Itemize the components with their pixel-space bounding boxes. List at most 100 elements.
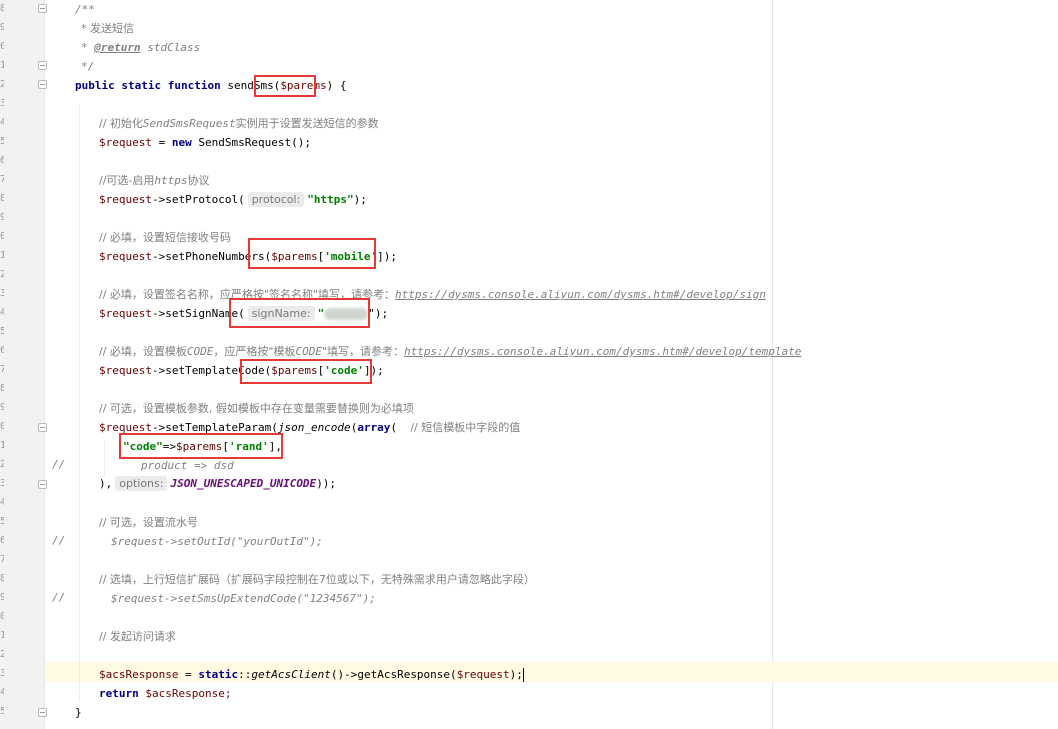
string-literal: "https" bbox=[307, 193, 354, 206]
comment: // 初始化 bbox=[99, 117, 143, 130]
comment: // 短信模板中字段的值 bbox=[410, 421, 521, 434]
commented-code: $request->setSmsUpExtendCode("1234567"); bbox=[111, 592, 376, 605]
line-number: 5 bbox=[0, 136, 4, 147]
line-number: 9 bbox=[0, 22, 4, 33]
code-line[interactable]: */ bbox=[81, 57, 94, 76]
annotation-box bbox=[119, 433, 283, 459]
variable: $request bbox=[99, 307, 152, 320]
doc-open: /** bbox=[75, 3, 95, 16]
operator: = bbox=[151, 136, 172, 149]
class-constructor: SendSmsRequest(); bbox=[191, 136, 311, 149]
line-number: 8 bbox=[0, 3, 4, 14]
doc-return-type: stdClass bbox=[140, 41, 201, 54]
operator: = bbox=[178, 668, 199, 681]
keyword-new: new bbox=[171, 136, 192, 149]
doc-close: */ bbox=[81, 60, 95, 73]
line-number: 4 bbox=[0, 307, 4, 318]
code-line[interactable]: ), options: JSON_UNESCAPED_UNICODE)); bbox=[99, 474, 336, 493]
comment-word: https bbox=[154, 174, 188, 187]
line-number: 8 bbox=[0, 573, 4, 584]
method-call: ->setProtocol( bbox=[151, 193, 245, 206]
fold-toggle-icon[interactable] bbox=[38, 480, 47, 489]
code-line[interactable]: // 选填，上行短信扩展码（扩展码字段控制在7位或以下，无特殊需求用户请忽略此字… bbox=[99, 570, 535, 589]
line-number: 3 bbox=[0, 668, 4, 679]
code-line[interactable]: //可选-启用https协议 bbox=[99, 171, 210, 190]
line-number: 9 bbox=[0, 402, 4, 413]
line-number: 7 bbox=[0, 364, 4, 375]
line-number: 0 bbox=[0, 611, 4, 622]
line-number: 8 bbox=[0, 383, 4, 394]
fold-toggle-icon[interactable] bbox=[38, 708, 47, 717]
code-line[interactable]: // 必填，设置模板CODE，应严格按"模板CODE"填写，请参考：https:… bbox=[99, 342, 801, 361]
fold-toggle-icon[interactable] bbox=[38, 4, 47, 13]
line-number: 4 bbox=[0, 687, 4, 698]
code-line[interactable]: return $acsResponse; bbox=[99, 684, 231, 703]
line-number: 3 bbox=[0, 288, 4, 299]
comment: ，应严格按"模板 bbox=[213, 345, 296, 358]
code-line[interactable]: $request->setSmsUpExtendCode("1234567"); bbox=[111, 589, 376, 608]
line-number: 0 bbox=[0, 41, 4, 52]
line-number: 8 bbox=[0, 193, 4, 204]
code-line[interactable]: // 必填，设置签名名称，应严格按"签名名称"填写，请参考：https://dy… bbox=[99, 285, 766, 304]
variable: $acsResponse; bbox=[138, 687, 232, 700]
constant: JSON_UNESCAPED_UNICODE bbox=[170, 477, 317, 490]
fold-toggle-icon[interactable] bbox=[38, 423, 47, 432]
doc-description: * 发送短信 bbox=[81, 22, 134, 35]
line-number: 9 bbox=[0, 592, 4, 603]
code-line[interactable]: * 发送短信 bbox=[81, 19, 134, 38]
comment: // 发起访问请求 bbox=[99, 630, 176, 643]
code-line[interactable]: $acsResponse = static::getAcsClient()->g… bbox=[99, 665, 524, 684]
signature-keywords: public static function bbox=[75, 79, 228, 92]
annotation-box bbox=[248, 238, 376, 269]
line-number: 3 bbox=[0, 98, 4, 109]
line-comment-marker: // bbox=[52, 534, 66, 547]
fold-toggle-icon[interactable] bbox=[38, 61, 47, 70]
comment: // 可选，设置模板参数, 假如模板中存在变量需要替换则为必填项 bbox=[99, 402, 414, 415]
code-line[interactable]: // 可选，设置模板参数, 假如模板中存在变量需要替换则为必填项 bbox=[99, 399, 414, 418]
parameter-hint: options: bbox=[115, 476, 168, 491]
punctuation: ( bbox=[390, 421, 411, 434]
annotation-box bbox=[229, 298, 370, 328]
comment-word: CODE bbox=[186, 345, 214, 358]
line-number: 3 bbox=[0, 478, 4, 489]
comment: // 必填，设置短信接收号码 bbox=[99, 231, 231, 244]
punctuation: ]); bbox=[377, 250, 398, 263]
line-number: 2 bbox=[0, 269, 4, 280]
code-line[interactable]: // 可选，设置流水号 bbox=[99, 513, 198, 532]
method-call: ()->getAcsResponse( bbox=[330, 668, 457, 681]
code-line[interactable]: // 初始化SendSmsRequest实例用于设置发送短信的参数 bbox=[99, 114, 379, 133]
comment: // 可选，设置流水号 bbox=[99, 516, 198, 529]
line-number: 7 bbox=[0, 174, 4, 185]
code-line[interactable]: $request->setProtocol(protocol: "https"); bbox=[99, 190, 367, 209]
code-line[interactable]: // 发起访问请求 bbox=[99, 627, 176, 646]
doc-star: * bbox=[81, 41, 95, 54]
variable: $request bbox=[99, 193, 152, 206]
annotation-box bbox=[240, 359, 372, 384]
code-line[interactable]: /** bbox=[75, 0, 95, 19]
comment-link[interactable]: https://dysms.console.aliyun.com/dysms.h… bbox=[404, 345, 801, 358]
code-line[interactable]: * @return stdClass bbox=[81, 38, 200, 57]
line-number: 1 bbox=[0, 250, 4, 261]
code-line[interactable]: // 必填，设置短信接收号码 bbox=[99, 228, 231, 247]
comment: 实例用于设置发送短信的参数 bbox=[235, 117, 379, 130]
right-margin-guide bbox=[772, 0, 773, 729]
gutter-border bbox=[44, 0, 45, 729]
code-line[interactable]: } bbox=[75, 703, 82, 722]
code-line[interactable]: $request = new SendSmsRequest(); bbox=[99, 133, 311, 152]
line-number: 5 bbox=[0, 516, 4, 527]
variable: $request bbox=[99, 250, 152, 263]
commented-code: product => dsd bbox=[141, 459, 234, 472]
code-line[interactable]: $request->setOutId("yourOutId"); bbox=[111, 532, 323, 551]
fold-toggle-icon[interactable] bbox=[38, 80, 47, 89]
keyword-static: static bbox=[198, 668, 239, 681]
line-number: 5 bbox=[0, 706, 4, 717]
editor-gutter bbox=[0, 0, 44, 729]
keyword-array: array bbox=[357, 421, 391, 434]
indent-guide bbox=[79, 104, 80, 702]
comment-class-name: SendSmsRequest bbox=[142, 117, 236, 130]
comment-link[interactable]: https://dysms.console.aliyun.com/dysms.h… bbox=[395, 288, 766, 301]
line-comment-marker: // bbox=[52, 458, 66, 471]
punctuation: )); bbox=[316, 477, 337, 490]
commented-code: $request->setOutId("yourOutId"); bbox=[111, 535, 323, 548]
line-number: 4 bbox=[0, 117, 4, 128]
